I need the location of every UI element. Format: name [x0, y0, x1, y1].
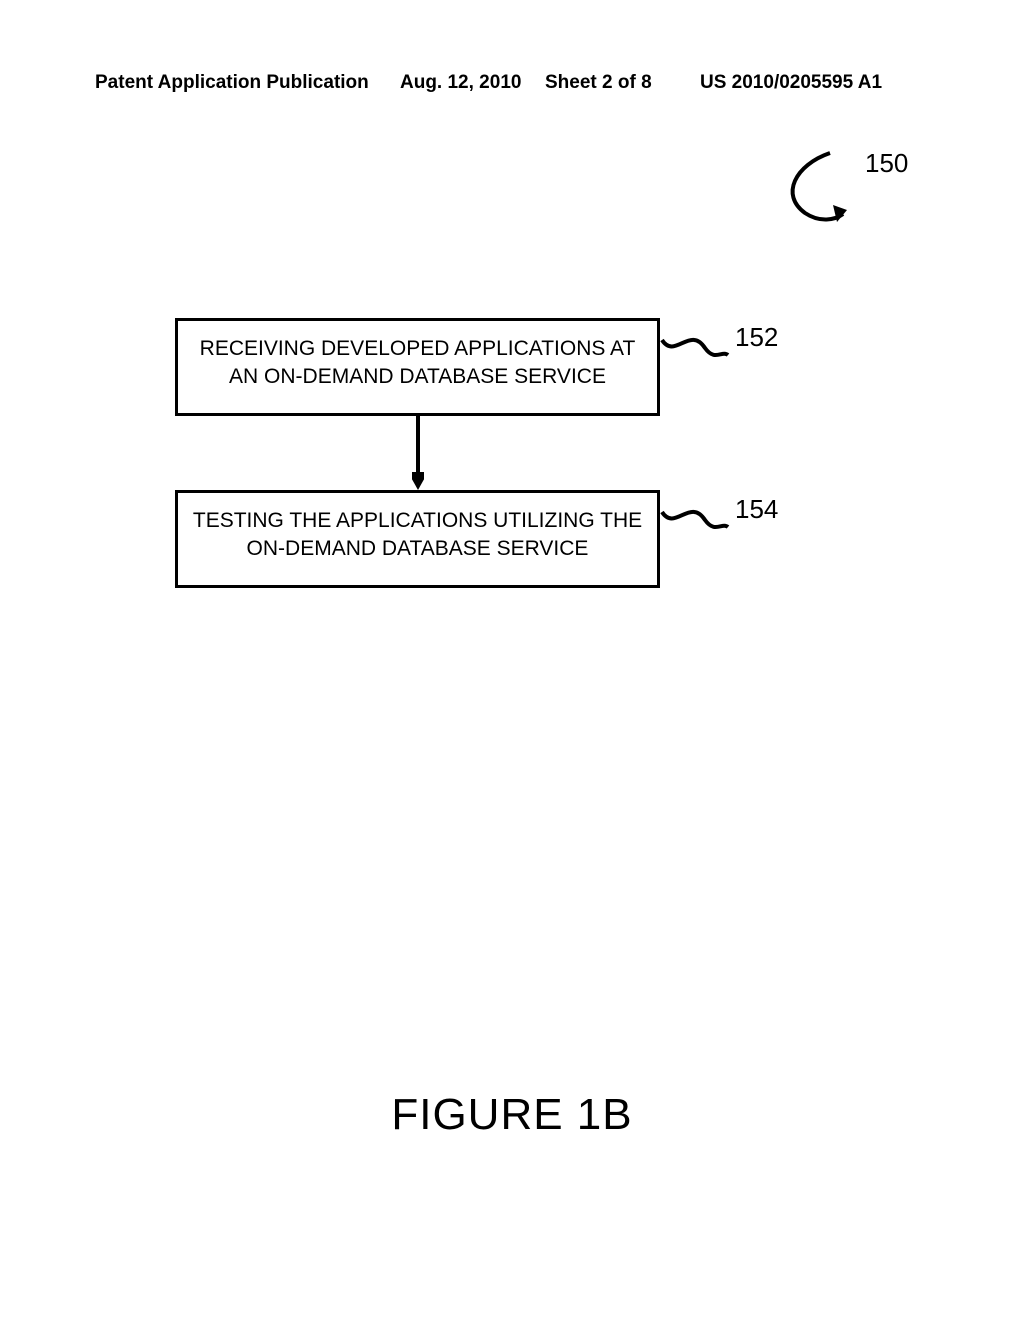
- flow-box-154: TESTING THE APPLICATIONS UTILIZING THE O…: [175, 490, 660, 588]
- patent-page: Patent Application Publication Aug. 12, …: [0, 0, 1024, 1320]
- figure-label: FIGURE 1B: [0, 1090, 1024, 1140]
- header-date: Aug. 12, 2010: [400, 72, 521, 94]
- callout-connector-152-icon: [660, 330, 730, 370]
- header-publication: Patent Application Publication: [95, 72, 369, 94]
- ref-label-150: 150: [865, 148, 908, 179]
- header-pubno: US 2010/0205595 A1: [700, 72, 882, 94]
- flow-arrow-down-icon: [412, 416, 424, 490]
- ref-label-154: 154: [735, 494, 778, 525]
- flow-box-152: RECEIVING DEVELOPED APPLICATIONS AT AN O…: [175, 318, 660, 416]
- ref-label-152: 152: [735, 322, 778, 353]
- header-sheet: Sheet 2 of 8: [545, 72, 652, 94]
- callout-connector-154-icon: [660, 502, 730, 542]
- ref-arrow-150-icon: [775, 150, 865, 230]
